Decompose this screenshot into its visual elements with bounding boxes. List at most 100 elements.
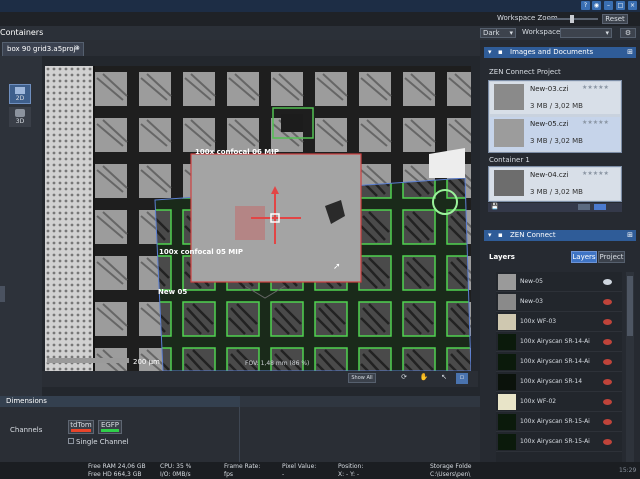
layer-name: 100x WF-03 [520,318,557,325]
channel-egfp-button[interactable]: EGFP [98,420,122,434]
panel-divider [239,407,240,462]
document-tab[interactable]: box 90 grid3.a5proj* ⊗ [2,42,84,56]
rating-stars[interactable]: ★★★★★ [582,119,609,126]
single-channel-checkbox[interactable] [68,438,74,444]
frame-rate-value: fps [224,471,234,478]
collapse-icon[interactable]: ▾ [488,47,492,58]
zoom-bar: Workspace Zoom Reset [0,12,640,26]
collapse-handle[interactable] [0,286,5,302]
workspace-bar: Containers Dark ▾ Workspace ▾ ⚙ [0,26,640,40]
project-list: New-03.czi 3 MB / 3,02 MB ★★★★★ New-05.c… [488,80,622,153]
project-item-new03[interactable]: New-03.czi 3 MB / 3,02 MB ★★★★★ [490,82,620,114]
clock: 15:29 [619,467,637,474]
minimize-icon[interactable]: – [604,1,613,10]
layer-row[interactable]: 100x Airyscan SR-15-Ai [496,412,622,432]
close-icon[interactable]: × [628,1,637,10]
layer-row[interactable]: 100x Airyscan SR-14-Ai [496,352,622,372]
tab-layers[interactable]: Layers [571,251,597,263]
hand-icon[interactable]: ✋ [418,373,430,384]
layer-name: New-03 [520,298,543,305]
close-tab-icon[interactable]: ⊗ [74,44,80,52]
image-viewer[interactable]: 100x confocal 06 MIP 100x confocal 05 MI… [45,66,471,371]
eye-hidden-icon[interactable] [603,418,612,425]
status-bar: Free RAM 24,06 GB Free HD 664,3 GB CPU: … [0,462,640,479]
images-documents-title: Images and Documents [510,48,594,56]
rating-stars[interactable]: ★★★★★ [582,84,609,91]
layer-thumbnail [498,293,516,310]
label-confocal-06: 100x confocal 06 MIP [195,148,279,156]
channel-tdtom-button[interactable]: tdTom [68,420,94,434]
view-3d-button[interactable]: 3D [9,107,31,127]
layer-row[interactable]: 100x Airyscan SR-14 [496,372,622,392]
pointer-icon[interactable]: ↖ [438,373,450,384]
free-ram: Free RAM 24,06 GB [88,463,146,470]
panel-icon: ▪ [498,48,503,56]
item-size-new03: 3 MB / 3,02 MB [530,102,583,110]
select-icon[interactable]: ▫ [456,373,468,384]
layer-row[interactable]: New-05 [496,272,622,292]
zen-connect-header[interactable]: ZEN Connect ▾ ▪ ⊞ [484,230,636,241]
layer-name: 100x Airyscan SR-14 [520,378,583,385]
panel-icon: ▪ [498,231,503,239]
eye-hidden-icon[interactable] [603,358,612,365]
panel-menu-icon[interactable]: ⊞ [627,47,633,58]
layer-name: 100x WF-02 [520,398,557,405]
layer-thumbnail [498,373,516,390]
storage-path: C:\Users\pen\ [430,471,471,478]
settings-icon[interactable]: ◉ [592,1,601,10]
view-toggle-icon-active[interactable] [594,204,606,210]
pixel-value-label: Pixel Value: [282,463,317,470]
eye-hidden-icon[interactable] [603,338,612,345]
panel-menu-icon[interactable]: ⊞ [627,230,633,241]
viewer-canvas [45,66,471,371]
eye-icon[interactable] [603,278,612,285]
rating-stars[interactable]: ★★★★★ [582,170,609,177]
rotate-icon[interactable]: ⟳ [398,373,410,384]
eye-hidden-icon[interactable] [603,378,612,385]
dimensions-header-right [240,396,480,407]
maximize-icon[interactable]: □ [616,1,625,10]
channel-tdtom-color [71,429,91,432]
layer-row[interactable]: 100x Airyscan SR-14-Ai [496,332,622,352]
save-icon[interactable]: 💾 [491,203,498,210]
eye-hidden-icon[interactable] [603,438,612,445]
tab-project[interactable]: Project [598,251,625,263]
scrollbar-thumb[interactable] [627,276,633,336]
scale-bar-label: 200 µm [133,358,160,366]
zoom-slider-handle[interactable] [570,15,574,23]
thumb-new05 [494,119,524,147]
single-channel-label: Single Channel [76,438,129,446]
layer-row[interactable]: 100x WF-03 [496,312,622,332]
eye-hidden-icon[interactable] [603,298,612,305]
collapse-icon[interactable]: ▾ [488,230,492,241]
layers-list: New-05 New-03 100x WF-03 100x Airyscan SR-1… [496,272,622,462]
cpu-usage: CPU: 35 % [160,463,192,470]
layer-row[interactable]: New-03 [496,292,622,312]
project-item-new04[interactable]: New-04.czi 3 MB / 3,02 MB ★★★★★ [490,168,620,200]
help-icon[interactable]: ? [581,1,590,10]
layer-thumbnail [498,353,516,370]
dimensions-header: Dimensions [0,396,240,407]
view-mode-panel: 2D 3D [0,56,42,396]
layer-row[interactable]: 100x WF-02 [496,392,622,412]
container-list: New-04.czi 3 MB / 3,02 MB ★★★★★ [488,166,622,202]
layer-thumbnail [498,333,516,350]
images-documents-header[interactable]: Images and Documents ▾ ▪ ⊞ [484,47,636,58]
layer-name: 100x Airyscan SR-14-Ai [520,358,590,365]
view-2d-button[interactable]: 2D [9,84,31,104]
eye-hidden-icon[interactable] [603,318,612,325]
gear-icon[interactable]: ⚙ [620,28,636,38]
view-toggle-icon[interactable] [578,204,590,210]
eye-hidden-icon[interactable] [603,398,612,405]
free-hd: Free HD 664,3 GB [88,471,142,478]
workspace-select[interactable]: ▾ [560,28,612,38]
layers-scrollbar[interactable] [626,272,634,462]
position-label: Position: [338,463,364,470]
layer-row[interactable]: 100x Airyscan SR-15-Ai [496,432,622,452]
thumb-new04 [494,170,524,196]
theme-select[interactable]: Dark ▾ [480,28,516,38]
reset-button[interactable]: Reset [602,14,628,24]
project-item-new05[interactable]: New-05.czi 3 MB / 3,02 MB ★★★★★ [490,117,620,151]
show-all-button[interactable]: Show All [348,373,376,383]
io-usage: I/O: 0MB/s [160,471,191,478]
